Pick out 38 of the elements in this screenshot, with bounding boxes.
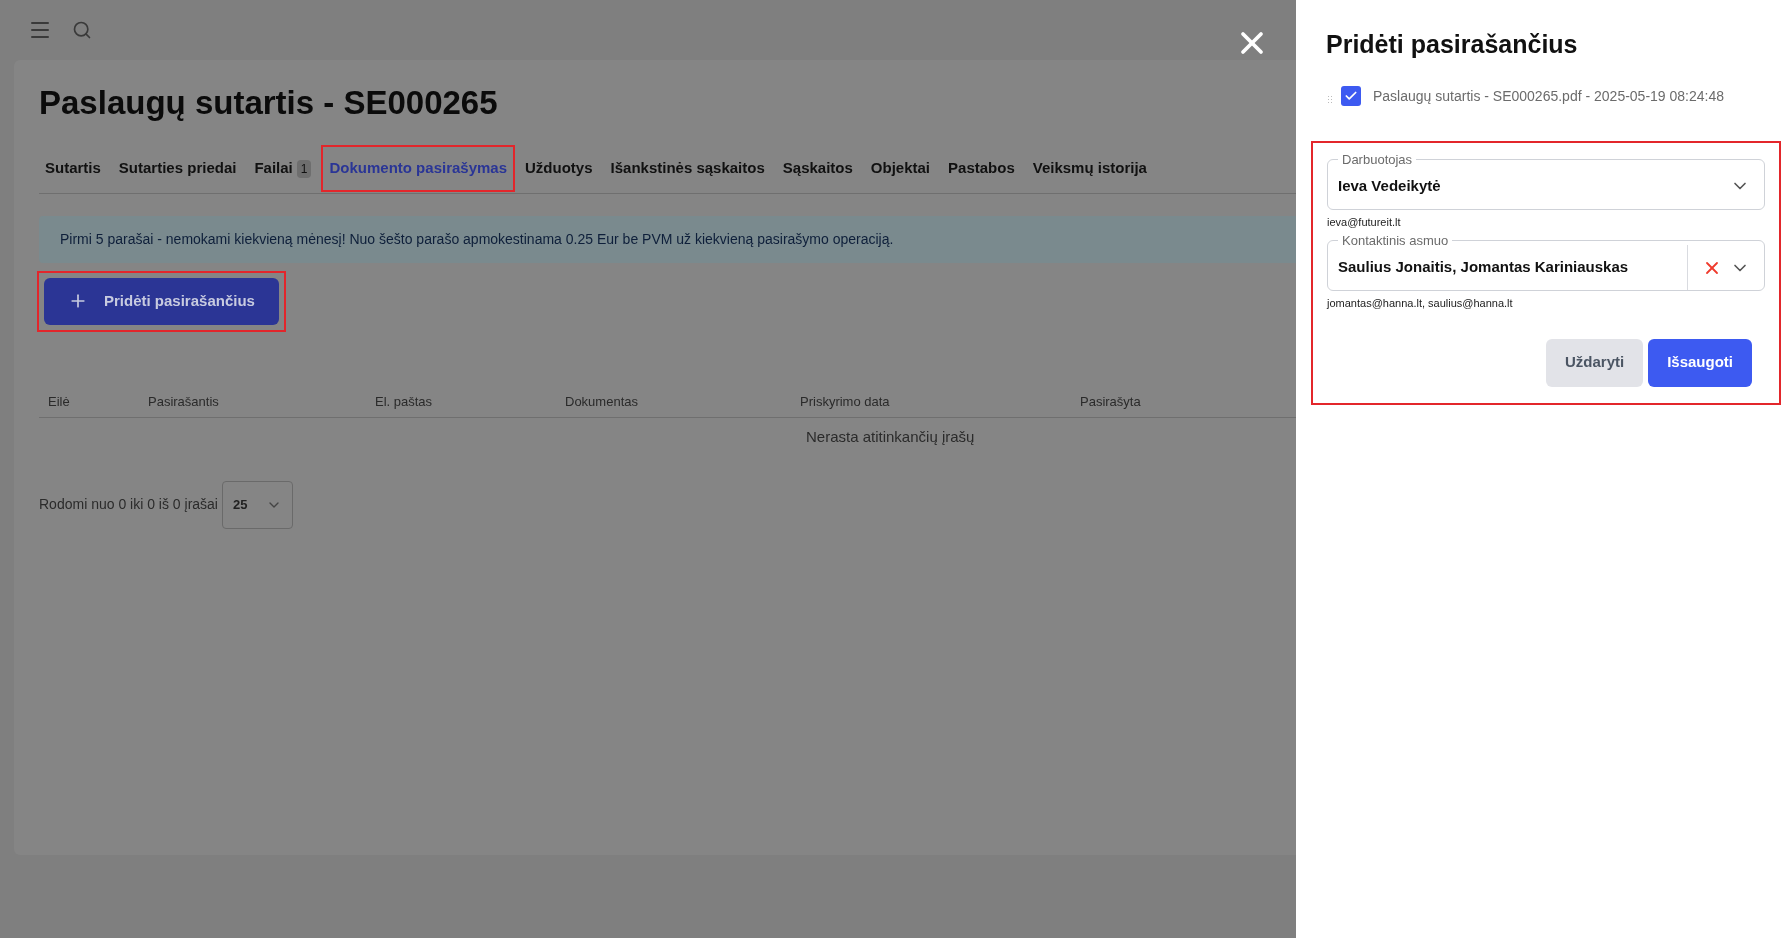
tab[interactable]: Veiksmų istorija (1026, 147, 1153, 190)
panel-title: Pridėti pasirašančius (1326, 29, 1579, 60)
count-badge: 1 (296, 159, 312, 178)
tab[interactable]: Pastabos (942, 147, 1021, 190)
field-label: Kontaktinis asmuo (1341, 234, 1450, 247)
column-header: Priskyrimo data (800, 392, 891, 411)
tab[interactable]: Failai 1 (248, 147, 318, 190)
add-signers-button[interactable]: Pridėti pasirašančius (44, 277, 279, 325)
search-icon[interactable] (72, 20, 92, 40)
info-banner: Pirmi 5 parašai - nemokami kiekvieną mėnesį! Nuo šešto parašo apmokestinama 0.25 Eur be PVM už kiekvieną pasirašymo operaciją. (39, 215, 1296, 263)
page-title: Paslaugų sutartis - SE000265 (39, 83, 499, 123)
field-hint: jomantas@hanna.lt, saulius@hanna.lt (1327, 296, 1514, 311)
select-field[interactable]: Darbuotojas Ieva Vedeikytė (1327, 152, 1765, 210)
close-button[interactable]: Uždaryti (1545, 338, 1644, 387)
empty-message: Nerasta atitinkančių įrašų (806, 427, 975, 448)
page-size-select[interactable]: 25 (222, 480, 293, 529)
field-hint: ieva@futureit.lt (1327, 214, 1402, 230)
document-label: Paslaugų sutartis - SE000265.pdf - 2025-05-19 08:24:48 (1373, 86, 1725, 106)
tab[interactable]: Dokumento pasirašymas (323, 147, 514, 190)
field-label: Darbuotojas (1341, 152, 1414, 166)
column-header: El. paštas (375, 392, 434, 411)
tab[interactable]: Užduotys (519, 147, 599, 190)
checkbox[interactable] (1341, 86, 1361, 106)
tab[interactable]: Išankstinės sąskaitos (604, 147, 771, 190)
select-field[interactable]: Kontaktinis asmuo Saulius Jonaitis, Jomantas Kariniauskas (1327, 234, 1765, 291)
field-value: Ieva Vedeikytė (1337, 175, 1442, 196)
check-icon (1344, 89, 1358, 103)
field-value: Saulius Jonaitis, Jomantas Kariniauskas (1337, 257, 1630, 278)
tab[interactable]: Sąskaitos (776, 147, 859, 190)
column-header: Pasirašantis (148, 392, 220, 411)
tab[interactable]: Objektai (864, 147, 937, 190)
pagination-summary: Rodomi nuo 0 iki 0 iš 0 įrašai (39, 495, 218, 515)
column-header: Eilė (48, 392, 71, 411)
tab[interactable]: Sutarties priedai (112, 147, 243, 190)
column-header: Pasirašyta (1080, 392, 1142, 411)
column-header: Dokumentas (565, 392, 639, 411)
tab[interactable]: Sutartis (39, 147, 107, 190)
save-button[interactable]: Išsaugoti (1648, 338, 1752, 387)
